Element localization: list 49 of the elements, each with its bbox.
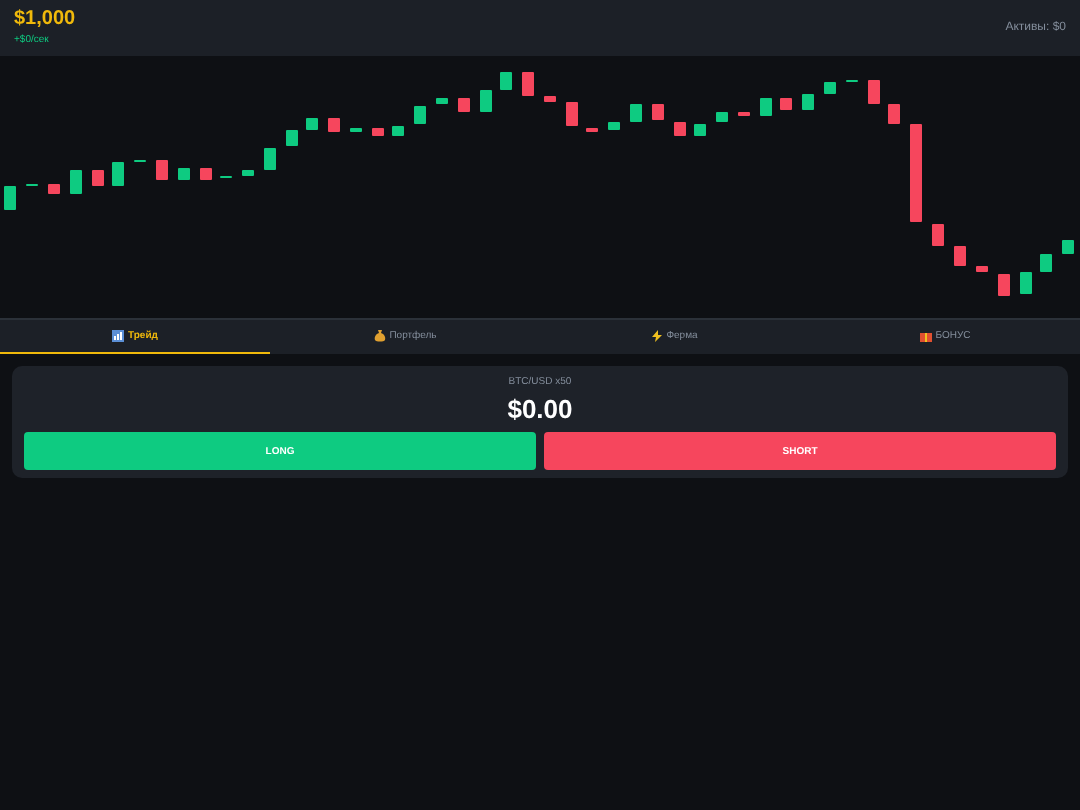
candle xyxy=(242,170,254,176)
candle xyxy=(608,122,620,130)
bar-chart-icon xyxy=(112,330,125,342)
candle xyxy=(954,246,966,266)
candle xyxy=(48,184,60,194)
candle xyxy=(910,124,922,222)
candle xyxy=(328,118,340,132)
lightning-icon xyxy=(652,330,663,342)
candle xyxy=(888,104,900,124)
candle xyxy=(178,168,190,180)
candle xyxy=(544,96,556,102)
candle xyxy=(824,82,836,94)
candle xyxy=(868,80,880,104)
candle xyxy=(500,72,512,90)
candle xyxy=(414,106,426,124)
candle xyxy=(436,98,448,104)
candle xyxy=(112,162,124,186)
balance: $1,000 xyxy=(14,8,76,32)
candle xyxy=(652,104,664,120)
candle xyxy=(286,130,298,146)
candle xyxy=(694,124,706,136)
candle xyxy=(200,168,212,180)
gift-icon xyxy=(919,330,932,342)
candle xyxy=(458,98,470,112)
pnl-value: $0.00 xyxy=(507,394,573,424)
candle xyxy=(630,104,642,122)
candle xyxy=(156,160,168,180)
candle xyxy=(566,102,578,126)
candle xyxy=(372,128,384,136)
candle xyxy=(976,266,988,272)
candle xyxy=(802,94,814,110)
candle xyxy=(760,98,772,116)
candle xyxy=(92,170,104,186)
candle xyxy=(716,112,728,122)
candle xyxy=(1040,254,1052,272)
candle xyxy=(4,186,16,210)
candle xyxy=(522,72,534,96)
candle xyxy=(1020,272,1032,294)
money-bag-icon xyxy=(373,330,386,342)
candle xyxy=(932,224,944,246)
candle xyxy=(1062,240,1074,254)
candle xyxy=(480,90,492,112)
candle xyxy=(392,126,404,136)
candle xyxy=(306,118,318,130)
candle xyxy=(780,98,792,110)
candle xyxy=(264,148,276,170)
candle xyxy=(70,170,82,194)
candle xyxy=(674,122,686,136)
candle xyxy=(998,274,1010,296)
